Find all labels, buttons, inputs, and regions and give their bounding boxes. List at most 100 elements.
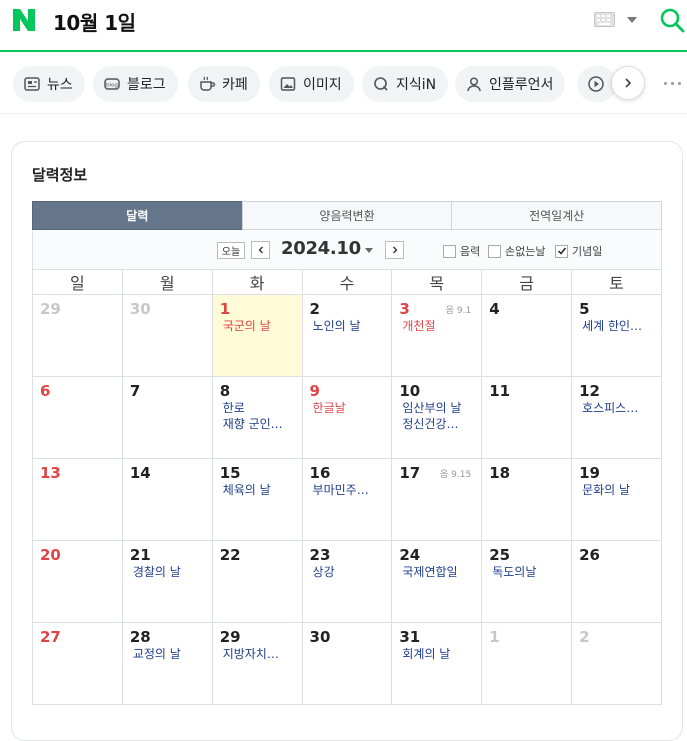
calendar-event[interactable]: 재향 군인…: [220, 416, 298, 432]
tab-discharge-calculator[interactable]: 전역일계산: [451, 201, 663, 230]
calendar-day-cell[interactable]: 6: [32, 376, 123, 459]
calendar-day-cell[interactable]: 25 독도의날: [481, 540, 573, 623]
calendar-event[interactable]: 정신건강…: [399, 416, 477, 432]
lunar-checkbox[interactable]: 음력: [443, 243, 480, 259]
calendar-event[interactable]: 체육의 날: [220, 482, 298, 498]
calendar-event[interactable]: 독도의날: [489, 564, 567, 580]
calendar-day-cell[interactable]: 18: [481, 458, 573, 541]
calendar-day-cell[interactable]: 2 노인의 날: [301, 294, 393, 377]
calendar-day-cell[interactable]: 10 임산부의 날 정신건강…: [391, 376, 483, 459]
auspicious-day-checkbox[interactable]: 손없는날: [488, 243, 545, 259]
anniversary-checkbox[interactable]: 기념일: [555, 243, 602, 259]
calendar-event[interactable]: 경찰의 날: [130, 564, 208, 580]
calendar-day-cell[interactable]: 29 지방자치…: [211, 622, 303, 705]
calendar-event[interactable]: 지방자치…: [220, 646, 298, 662]
calendar-day-cell[interactable]: 20: [32, 540, 123, 623]
tab-calendar[interactable]: 달력: [32, 201, 243, 230]
calendar-day-cell[interactable]: 5 세계 한인…: [571, 294, 662, 377]
news-icon: [24, 77, 40, 91]
calendar-day-cell[interactable]: 23 상강: [301, 540, 393, 623]
next-month-button[interactable]: [385, 241, 404, 259]
calendar-day-cell[interactable]: 21 경찰의 날: [121, 540, 213, 623]
calendar-day-cell[interactable]: 11: [481, 376, 573, 459]
calendar-day-cell[interactable]: 1 국군의 날: [211, 294, 303, 377]
calendar-day-cell[interactable]: 4: [481, 294, 573, 377]
tab-lunar-converter[interactable]: 양음력변환: [241, 201, 453, 230]
day-number: 25: [489, 546, 511, 564]
calendar-day-cell[interactable]: 8 한로 재향 군인…: [211, 376, 303, 459]
calendar-day-cell[interactable]: 30: [121, 294, 213, 377]
calendar-day-cell[interactable]: 30: [301, 622, 393, 705]
calendar-event[interactable]: 국제연합일: [399, 564, 477, 580]
calendar-day-cell[interactable]: 27: [32, 622, 123, 705]
calendar-day-cell[interactable]: 26: [571, 540, 662, 623]
checkbox-label: 손없는날: [505, 245, 546, 258]
calendar-event[interactable]: 한글날: [310, 400, 388, 416]
calendar-day-cell[interactable]: 24 국제연합일: [391, 540, 483, 623]
checkbox-checked-icon: [555, 244, 568, 258]
day-number: 10: [399, 382, 421, 400]
calendar-event[interactable]: 노인의 날: [310, 318, 388, 334]
calendar-event[interactable]: 회계의 날: [399, 646, 477, 662]
calendar-event[interactable]: 개천절: [399, 318, 477, 334]
calendar-day-cell[interactable]: 31 회계의 날: [391, 622, 483, 705]
calendar-day-cell[interactable]: 7: [121, 376, 213, 459]
prev-month-button[interactable]: [251, 241, 270, 259]
calendar-day-cell[interactable]: 14: [121, 458, 213, 541]
weekday-wed: 수: [301, 269, 393, 295]
naver-logo[interactable]: [11, 7, 37, 33]
chevron-right-icon: [392, 246, 397, 254]
tab-news[interactable]: 뉴스: [13, 66, 85, 102]
calendar-mode-tabs: 달력 양음력변환 전역일계산: [32, 201, 663, 230]
weekday-fri: 금: [481, 269, 573, 295]
tab-influencer[interactable]: 인플루언서: [455, 66, 566, 102]
calendar-week: 6 7 8 한로 재향 군인… 9 한글날 10 임산부의 날 정신건강… 11 12 호스피스…: [32, 376, 662, 459]
calendar-event[interactable]: 세계 한인…: [579, 318, 657, 334]
calendar-day-cell[interactable]: 9 한글날: [301, 376, 393, 459]
calendar-body: 29 30 1 국군의 날 2 노인의 날3음 9.1 개천절 4 5 세계 한인… 6 7 8 한로 재향…: [32, 294, 662, 705]
tabs-next-button[interactable]: [611, 66, 645, 100]
calendar-event[interactable]: 부마민주…: [310, 482, 388, 498]
blog-icon: blog: [104, 78, 120, 90]
keyboard-icon[interactable]: [594, 12, 615, 27]
tab-blog[interactable]: blog 블로그: [93, 66, 178, 102]
calendar-day-cell[interactable]: 29: [32, 294, 123, 377]
calendar-event[interactable]: 문화의 날: [579, 482, 657, 498]
calendar-day-cell[interactable]: 3음 9.1 개천절: [391, 294, 483, 377]
calendar-day-cell[interactable]: 16 부마민주…: [301, 458, 393, 541]
year-month-selector[interactable]: 2024.10: [281, 238, 361, 259]
calendar-day-cell[interactable]: 13: [32, 458, 123, 541]
search-query[interactable]: 10월 1일: [53, 7, 136, 36]
calendar-day-cell[interactable]: 17 음 9.15: [391, 458, 483, 541]
day-number: 23: [309, 546, 331, 564]
calendar-event[interactable]: 호스피스…: [579, 400, 657, 416]
today-button[interactable]: 오늘: [217, 242, 245, 259]
calendar-event[interactable]: 한로: [220, 400, 298, 416]
more-icon[interactable]: [664, 76, 686, 90]
chevron-down-icon[interactable]: [627, 17, 637, 23]
calendar-day-cell[interactable]: 1: [481, 622, 573, 705]
calendar-event[interactable]: 교정의 날: [130, 646, 208, 662]
day-number: 18: [489, 464, 511, 482]
day-number: 28: [129, 628, 151, 646]
tab-cafe[interactable]: 카페: [188, 66, 260, 102]
calendar-day-cell[interactable]: 12 호스피스…: [571, 376, 662, 459]
calendar-day-cell[interactable]: 22: [211, 540, 303, 623]
day-number: 7: [129, 382, 141, 400]
tab-kin[interactable]: 지식iN: [362, 66, 449, 102]
calendar-day-cell[interactable]: 19 문화의 날: [571, 458, 662, 541]
day-number: 15: [219, 464, 241, 482]
calendar-event[interactable]: 국군의 날: [220, 318, 298, 334]
calendar-day-cell[interactable]: 28 교정의 날: [121, 622, 213, 705]
calendar-week: 29 30 1 국군의 날 2 노인의 날3음 9.1 개천절 4 5 세계 한인…: [32, 294, 662, 377]
calendar-grid: 일 월 화 수 목 금 토 29 30 1 국군의 날 2 노인의 날3음 9.1 개천절 4…: [32, 269, 662, 705]
weekday-sat: 토: [571, 269, 662, 295]
search-icon[interactable]: [659, 7, 685, 33]
day-number: 11: [489, 382, 511, 400]
calendar-event[interactable]: 상강: [310, 564, 388, 580]
tab-image[interactable]: 이미지: [269, 66, 354, 102]
chevron-down-icon[interactable]: [365, 248, 373, 253]
calendar-day-cell[interactable]: 15 체육의 날: [211, 458, 303, 541]
calendar-day-cell[interactable]: 2: [571, 622, 662, 705]
calendar-event[interactable]: 임산부의 날: [399, 400, 477, 416]
